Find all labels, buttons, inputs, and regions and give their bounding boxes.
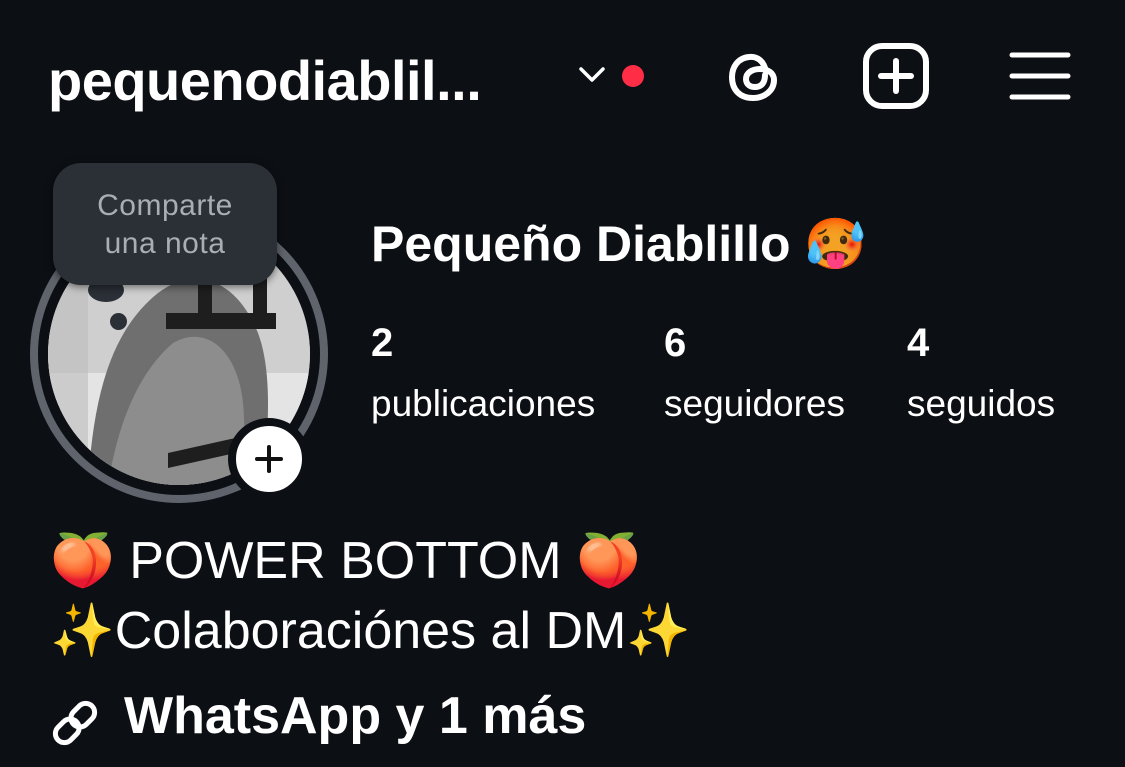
threads-icon[interactable] bbox=[720, 42, 788, 110]
followers-label: seguidores bbox=[664, 383, 846, 424]
note-bubble-tail-dot bbox=[110, 313, 127, 330]
notification-dot bbox=[622, 65, 644, 87]
profile-display-name: Pequeño Diablillo 🥵 bbox=[371, 216, 867, 272]
menu-icon[interactable] bbox=[1006, 42, 1074, 110]
stat-posts[interactable]: 2 publicaciones bbox=[371, 318, 595, 428]
link-text: WhatsApp y 1 más bbox=[124, 687, 587, 745]
bio-line-1: 🍑 POWER BOTTOM 🍑 bbox=[50, 532, 641, 590]
account-switcher-username[interactable]: pequenodiablil... bbox=[48, 48, 482, 113]
create-icon[interactable] bbox=[862, 42, 930, 110]
posts-label: publicaciones bbox=[371, 383, 596, 424]
following-label: seguidos bbox=[907, 383, 1056, 424]
link-icon bbox=[52, 700, 98, 746]
followers-count: 6 bbox=[664, 321, 687, 365]
add-story-button[interactable] bbox=[228, 418, 310, 500]
plus-icon bbox=[255, 445, 283, 473]
stat-followers[interactable]: 6 seguidores bbox=[664, 318, 845, 428]
share-note-bubble[interactable]: Comparte una nota bbox=[53, 163, 277, 285]
chevron-down-icon[interactable] bbox=[575, 62, 609, 88]
top-bar: pequenodiablil... bbox=[0, 0, 1125, 160]
note-line-1: Comparte bbox=[97, 189, 233, 222]
stat-following[interactable]: 4 seguidos bbox=[907, 318, 1055, 428]
bio-line-2: ✨Colaboraciónes al DM✨ bbox=[50, 602, 692, 660]
following-count: 4 bbox=[907, 321, 930, 365]
note-line-2: una nota bbox=[104, 227, 226, 260]
posts-count: 2 bbox=[371, 321, 394, 365]
